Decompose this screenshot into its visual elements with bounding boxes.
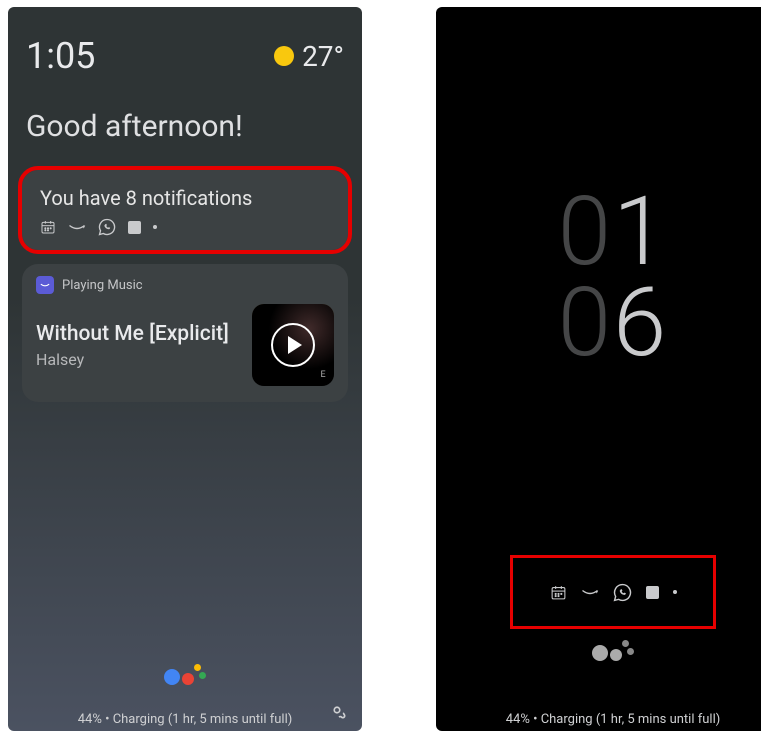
- aod-hour-tens: 0: [558, 187, 613, 278]
- bottom-bar: 44% • Charging (1 hr, 5 mins until full): [8, 712, 362, 727]
- assistant-icon[interactable]: [164, 664, 206, 685]
- aod-min-tens: 0: [558, 278, 613, 369]
- notifications-card[interactable]: You have 8 notifications: [22, 170, 348, 250]
- music-card[interactable]: Playing Music Without Me [Explicit] Hals…: [22, 264, 348, 402]
- music-body: Without Me [Explicit] Halsey E: [36, 304, 334, 386]
- charging-status: 44% • Charging (1 hr, 5 mins until full): [78, 712, 293, 727]
- explicit-badge: E: [316, 368, 330, 382]
- dot-icon: [673, 590, 677, 594]
- assistant-icon[interactable]: [592, 640, 634, 661]
- assistant-dot-3: [622, 640, 629, 647]
- notifications-title: You have 8 notifications: [40, 186, 330, 210]
- weather-temp: 27°: [302, 40, 344, 73]
- music-app-row: Playing Music: [36, 276, 334, 294]
- status-row: 1:05 27°: [8, 7, 362, 77]
- phone-lockscreen: 1:05 27° Good afternoon! You have 8 noti…: [8, 7, 362, 731]
- calendar-icon: [40, 219, 56, 235]
- assistant-dot-blue: [164, 669, 180, 685]
- whatsapp-icon: [98, 218, 116, 236]
- greeting-text: Good afternoon!: [8, 77, 362, 170]
- aod-hour-units: 1: [613, 187, 668, 278]
- aod-min-units: 6: [613, 278, 668, 369]
- bottom-bar: 44% • Charging (1 hr, 5 mins until full): [436, 712, 761, 727]
- assistant-dot-2: [610, 649, 622, 661]
- album-art-container: E: [252, 304, 334, 386]
- music-app-icon: [36, 276, 54, 294]
- square-icon: [646, 586, 659, 599]
- settings-button[interactable]: [326, 699, 348, 725]
- track-title: Without Me [Explicit]: [36, 322, 229, 346]
- music-text: Without Me [Explicit] Halsey: [36, 322, 229, 369]
- sun-icon: [274, 46, 294, 66]
- clock-time: 1:05: [26, 35, 95, 77]
- amazon-icon: [68, 221, 86, 233]
- amazon-icon: [581, 586, 599, 598]
- play-icon: [288, 336, 302, 354]
- aod-notification-icons[interactable]: [510, 555, 716, 629]
- phone-aod: 0 1 0 6 44% • Charging (1 hr, 5 mins unt…: [436, 7, 761, 731]
- square-icon: [128, 221, 141, 234]
- music-app-label: Playing Music: [62, 278, 143, 293]
- track-artist: Halsey: [36, 350, 229, 369]
- aod-clock: 0 1 0 6: [558, 187, 669, 369]
- assistant-dot-red: [182, 673, 194, 685]
- assistant-dot-yellow: [194, 664, 201, 671]
- play-button[interactable]: [271, 323, 315, 367]
- charging-status: 44% • Charging (1 hr, 5 mins until full): [506, 712, 721, 727]
- dot-icon: [153, 225, 157, 229]
- whatsapp-icon: [613, 583, 632, 602]
- calendar-icon: [550, 584, 567, 601]
- weather-widget[interactable]: 27°: [274, 40, 344, 73]
- assistant-dot-green: [199, 672, 206, 679]
- notifications-icon-row: [40, 218, 330, 236]
- assistant-dot-1: [592, 645, 608, 661]
- assistant-dot-4: [627, 648, 634, 655]
